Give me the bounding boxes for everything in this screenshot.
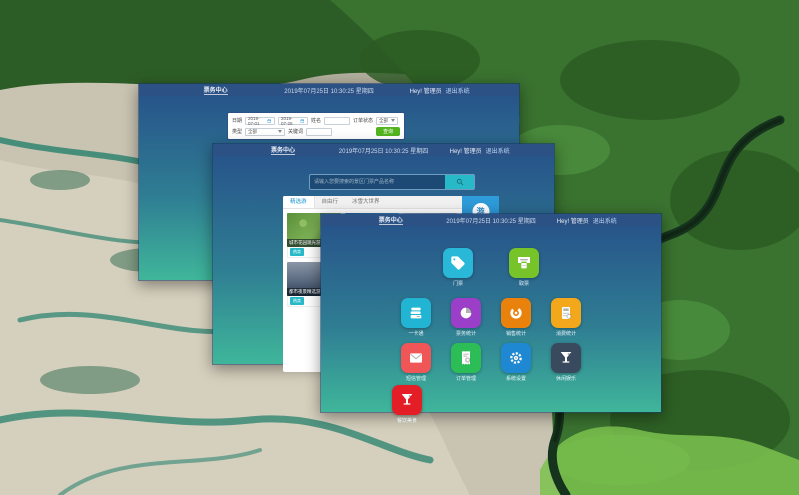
app-label: 一卡通 [408,330,423,337]
tab-ice-snow-world[interactable]: 冰雪大世界 [345,196,387,208]
keyword-field-wrap [306,128,332,136]
filter-row-2: 类型 全部 关键词 查询 [232,127,400,137]
app-tile-ticket-stats[interactable]: 票务统计 [446,298,486,337]
header-greeting: Hey! 管理员 [450,146,482,155]
app-label: 票务统计 [456,330,476,337]
keyword-label: 关键词 [288,128,303,135]
header-greeting: Hey! 管理员 [557,216,589,225]
window-header: 票务中心 2019年07月25日 10:30:25 星期四 Hey! 管理员 退… [139,84,519,96]
app-label: 餐饮美食 [397,417,417,424]
search-input[interactable] [309,174,445,190]
filter-row-1: 日期 2019-07-01 2019-07-25 姓名 订单状态 全部 [232,116,400,126]
status-label: 订单状态 [353,117,373,124]
search-button[interactable] [445,174,475,190]
date-label: 日期 [232,117,242,124]
app-label: 销售统计 [506,330,526,337]
app-row-1: 门票 取票 [321,248,661,287]
date-from-input[interactable]: 2019-07-01 [245,117,275,125]
chevron-down-icon [278,130,282,133]
app-tile-sales-stats[interactable]: 销售统计 [496,298,536,337]
tour-card-chip[interactable]: 热卖 [290,248,304,256]
message-icon [401,343,431,373]
query-button[interactable]: 查询 [376,127,400,136]
app-row-2: 一卡通 票务统计 销售统计 [321,298,661,337]
app-tile-consume-stats[interactable]: 消费统计 [546,298,586,337]
calendar-icon [267,118,272,124]
name-label: 姓名 [311,117,321,124]
ticket-machine-icon [509,248,539,278]
search-icon [456,178,464,186]
app-label: 短信管理 [406,375,426,382]
type-value: 全部 [248,129,257,135]
pie-chart-icon [451,298,481,328]
app-label: 取票 [519,280,529,287]
app-row-3: 短信管理 订单管理 系统设置 [321,343,661,382]
app-tile-card-pass[interactable]: 一卡通 [396,298,436,337]
window-app-launcher: 票务中心 2019年07月25日 10:30:25 星期四 Hey! 管理员 退… [320,213,662,413]
calendar-icon [300,118,305,124]
status-select[interactable]: 全部 [376,117,398,125]
donut-chart-icon [501,298,531,328]
cocktail-icon [392,385,422,415]
app-label: 系统设置 [506,375,526,382]
tab-featured[interactable]: 精选游 [283,196,315,208]
price-tag-icon [443,248,473,278]
chevron-down-icon [391,119,395,122]
tour-card-chip[interactable]: 热卖 [290,297,304,305]
screen: 票务中心 2019年07月25日 10:30:25 星期四 Hey! 管理员 退… [0,0,799,495]
app-label: 消费统计 [556,330,576,337]
header-datetime: 2019年07月25日 10:30:25 星期四 [446,216,535,225]
header-datetime: 2019年07月25日 10:30:25 星期四 [339,146,428,155]
filter-panel: 日期 2019-07-01 2019-07-25 姓名 订单状态 全部 [227,112,405,140]
type-label: 类型 [232,128,242,135]
logout-link[interactable]: 退出系统 [593,216,617,225]
header-datetime: 2019年07月25日 10:30:25 星期四 [284,86,373,95]
type-select[interactable]: 全部 [245,128,285,136]
calculator-icon [551,298,581,328]
name-field-wrap [324,117,350,125]
app-row-4: 餐饮美食 [321,385,661,424]
app-tile-settings[interactable]: 系统设置 [496,343,536,382]
search-bar [309,174,475,190]
window-title: 票务中心 [271,145,295,155]
tab-bar: 精选游 自由行 冰雪大世界 [283,196,462,209]
window-title: 票务中心 [204,85,228,95]
date-to-input[interactable]: 2019-07-25 [278,117,308,125]
app-label: 休闲娱乐 [556,375,576,382]
order-settings-icon [451,343,481,373]
status-value: 全部 [379,118,388,124]
app-tile-leisure[interactable]: 休闲娱乐 [546,343,586,382]
app-tile-tickets[interactable]: 门票 [438,248,478,287]
window-header: 票务中心 2019年07月25日 10:30:25 星期四 Hey! 管理员 退… [321,214,661,226]
window-body: 门票 取票 一卡通 [321,226,661,412]
app-tile-sms[interactable]: 短信管理 [396,343,436,382]
date-to-value: 2019-07-25 [281,116,298,126]
tab-independent[interactable]: 自由行 [315,196,346,208]
window-header: 票务中心 2019年07月25日 10:30:25 星期四 Hey! 管理员 退… [213,144,554,156]
name-field[interactable] [327,118,347,123]
wallet-icon [401,298,431,328]
app-tile-food[interactable]: 餐饮美食 [387,385,427,424]
date-from-value: 2019-07-01 [248,116,265,126]
header-greeting: Hey! 管理员 [410,86,442,95]
app-label: 订单管理 [456,375,476,382]
app-label: 门票 [453,280,463,287]
window-title: 票务中心 [379,215,403,225]
app-tile-orders[interactable]: 订单管理 [446,343,486,382]
gear-icon [501,343,531,373]
app-tile-ticket-pickup[interactable]: 取票 [504,248,544,287]
keyword-field[interactable] [309,129,329,134]
logout-link[interactable]: 退出系统 [446,86,470,95]
cocktail-icon [551,343,581,373]
logout-link[interactable]: 退出系统 [486,146,510,155]
